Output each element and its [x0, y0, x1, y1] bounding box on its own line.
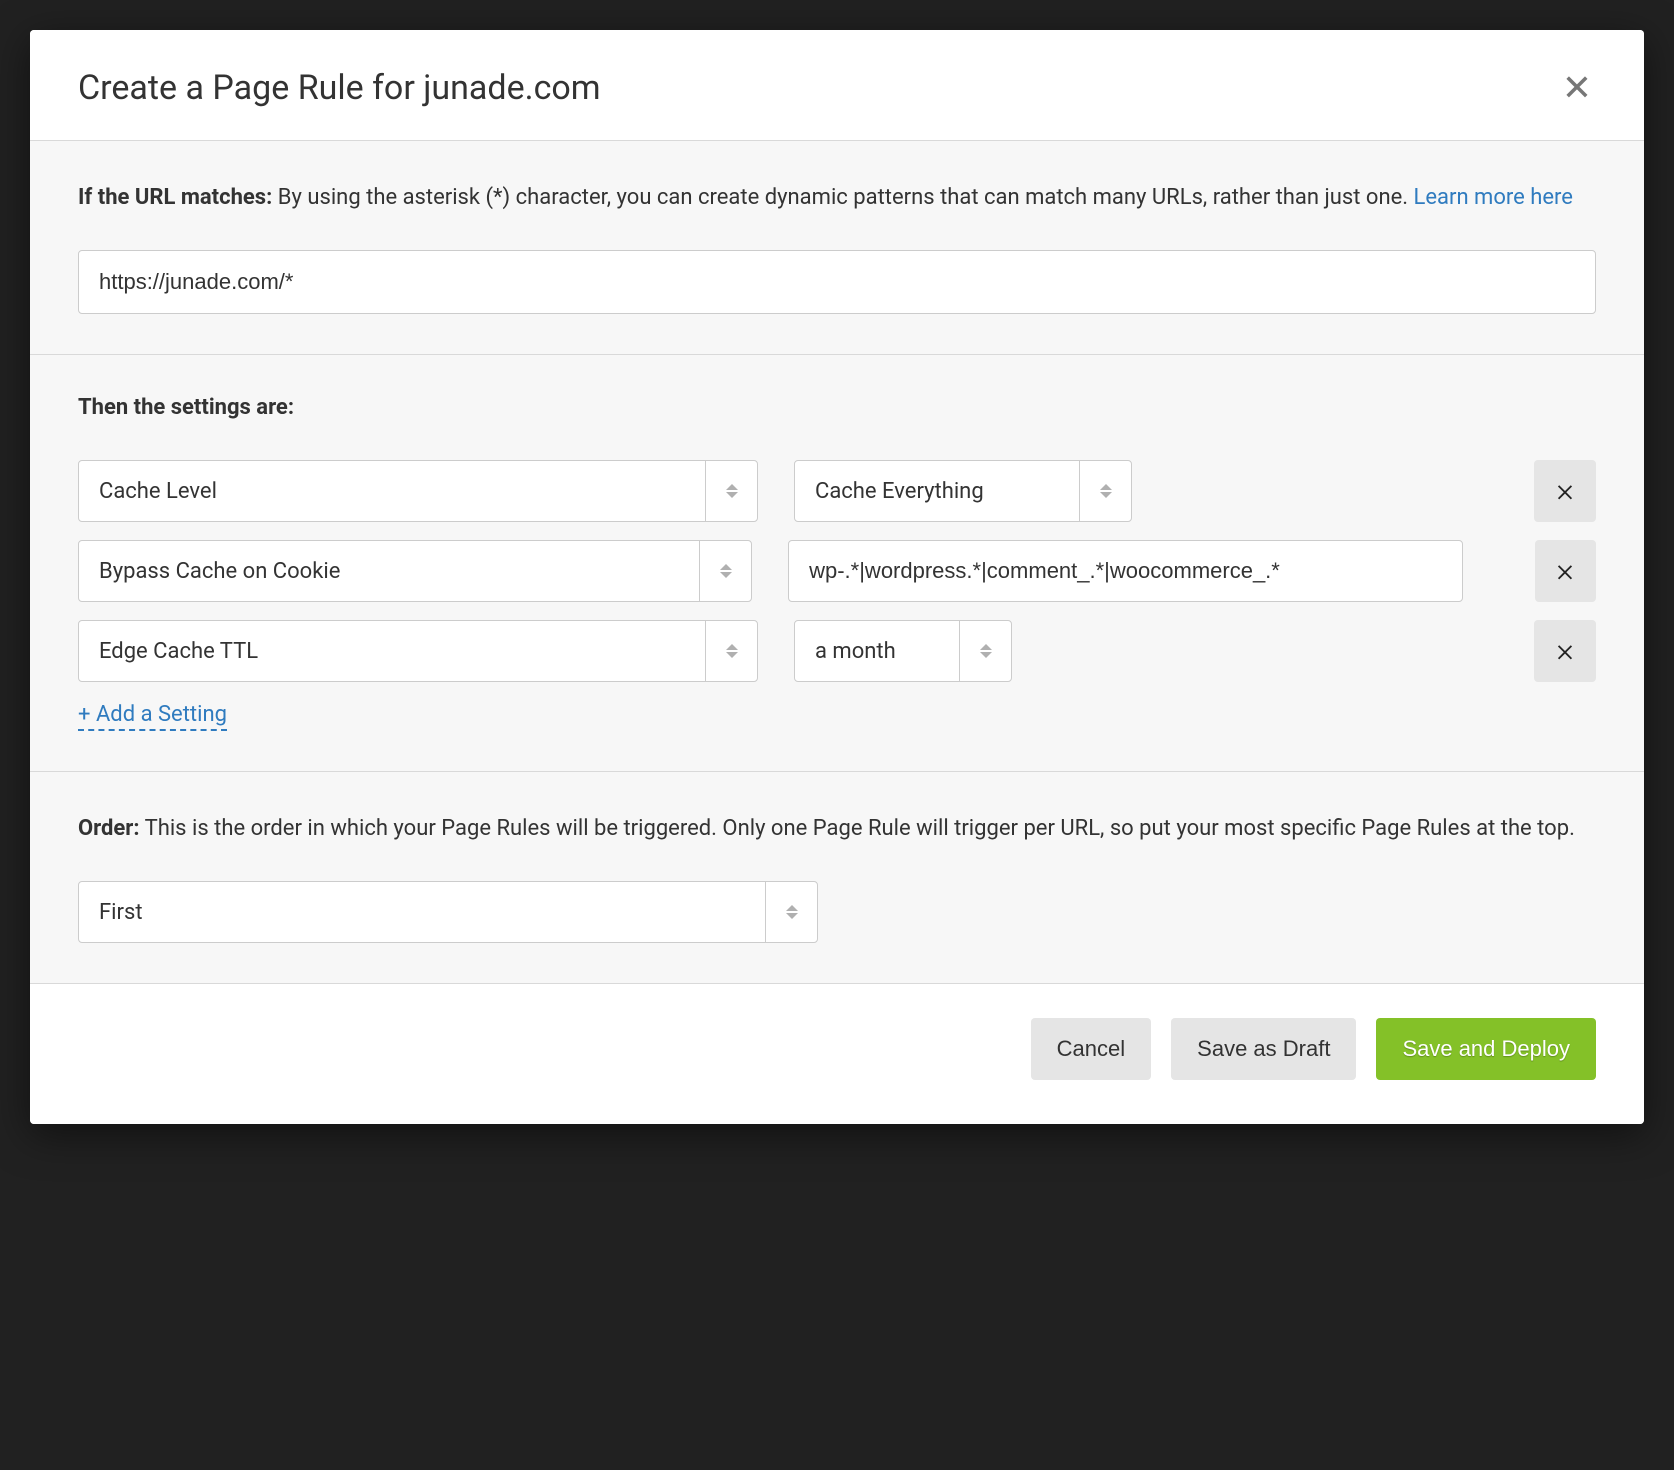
select-caret-icon — [765, 882, 817, 942]
settings-rows: Cache Level Cache Everything — [78, 460, 1596, 682]
setting-value-text: a month — [795, 621, 959, 681]
setting-value-select[interactable]: Cache Everything — [794, 460, 1132, 522]
close-icon: ✕ — [1562, 67, 1592, 108]
settings-section: Then the settings are: Cache Level Cache… — [30, 354, 1644, 771]
setting-key-value: Edge Cache TTL — [79, 621, 705, 681]
select-caret-icon — [705, 621, 757, 681]
order-section: Order: This is the order in which your P… — [30, 771, 1644, 983]
save-deploy-button[interactable]: Save and Deploy — [1376, 1018, 1596, 1080]
order-value: First — [79, 882, 765, 942]
setting-row-cache-level: Cache Level Cache Everything — [78, 460, 1596, 522]
setting-key-select[interactable]: Bypass Cache on Cookie — [78, 540, 752, 602]
modal-footer: Cancel Save as Draft Save and Deploy — [30, 983, 1644, 1124]
setting-key-select[interactable]: Cache Level — [78, 460, 758, 522]
setting-value-select[interactable]: a month — [794, 620, 1012, 682]
cancel-button[interactable]: Cancel — [1031, 1018, 1151, 1080]
setting-key-value: Cache Level — [79, 461, 705, 521]
settings-title: Then the settings are: — [78, 395, 1596, 420]
save-draft-button[interactable]: Save as Draft — [1171, 1018, 1356, 1080]
url-match-description: If the URL matches: By using the asteris… — [78, 181, 1596, 214]
modal-header: Create a Page Rule for junade.com ✕ — [30, 30, 1644, 140]
select-caret-icon — [699, 541, 751, 601]
remove-icon — [1554, 560, 1576, 582]
url-match-label: If the URL matches: — [78, 185, 272, 210]
setting-value-input[interactable] — [788, 540, 1462, 602]
remove-setting-button[interactable] — [1534, 620, 1596, 682]
url-match-section: If the URL matches: By using the asteris… — [30, 140, 1644, 354]
remove-setting-button[interactable] — [1534, 460, 1596, 522]
setting-row-bypass-cookie: Bypass Cache on Cookie — [78, 540, 1596, 602]
remove-setting-button[interactable] — [1535, 540, 1596, 602]
order-select[interactable]: First — [78, 881, 818, 943]
remove-icon — [1554, 480, 1576, 502]
order-text-body: This is the order in which your Page Rul… — [145, 816, 1575, 841]
setting-row-edge-ttl: Edge Cache TTL a month — [78, 620, 1596, 682]
select-caret-icon — [705, 461, 757, 521]
add-setting-link[interactable]: + Add a Setting — [78, 702, 227, 731]
create-page-rule-modal: Create a Page Rule for junade.com ✕ If t… — [30, 30, 1644, 1124]
url-match-text: By using the asterisk (*) character, you… — [278, 185, 1414, 210]
modal-title: Create a Page Rule for junade.com — [78, 68, 601, 108]
select-caret-icon — [1079, 461, 1131, 521]
close-button[interactable]: ✕ — [1558, 70, 1596, 106]
learn-more-link[interactable]: Learn more here — [1414, 185, 1573, 210]
url-pattern-input[interactable] — [78, 250, 1596, 314]
remove-icon — [1554, 640, 1576, 662]
setting-key-value: Bypass Cache on Cookie — [79, 541, 699, 601]
select-caret-icon — [959, 621, 1011, 681]
order-label: Order: — [78, 816, 140, 841]
setting-value-text: Cache Everything — [795, 461, 1079, 521]
order-description: Order: This is the order in which your P… — [78, 812, 1596, 845]
setting-key-select[interactable]: Edge Cache TTL — [78, 620, 758, 682]
